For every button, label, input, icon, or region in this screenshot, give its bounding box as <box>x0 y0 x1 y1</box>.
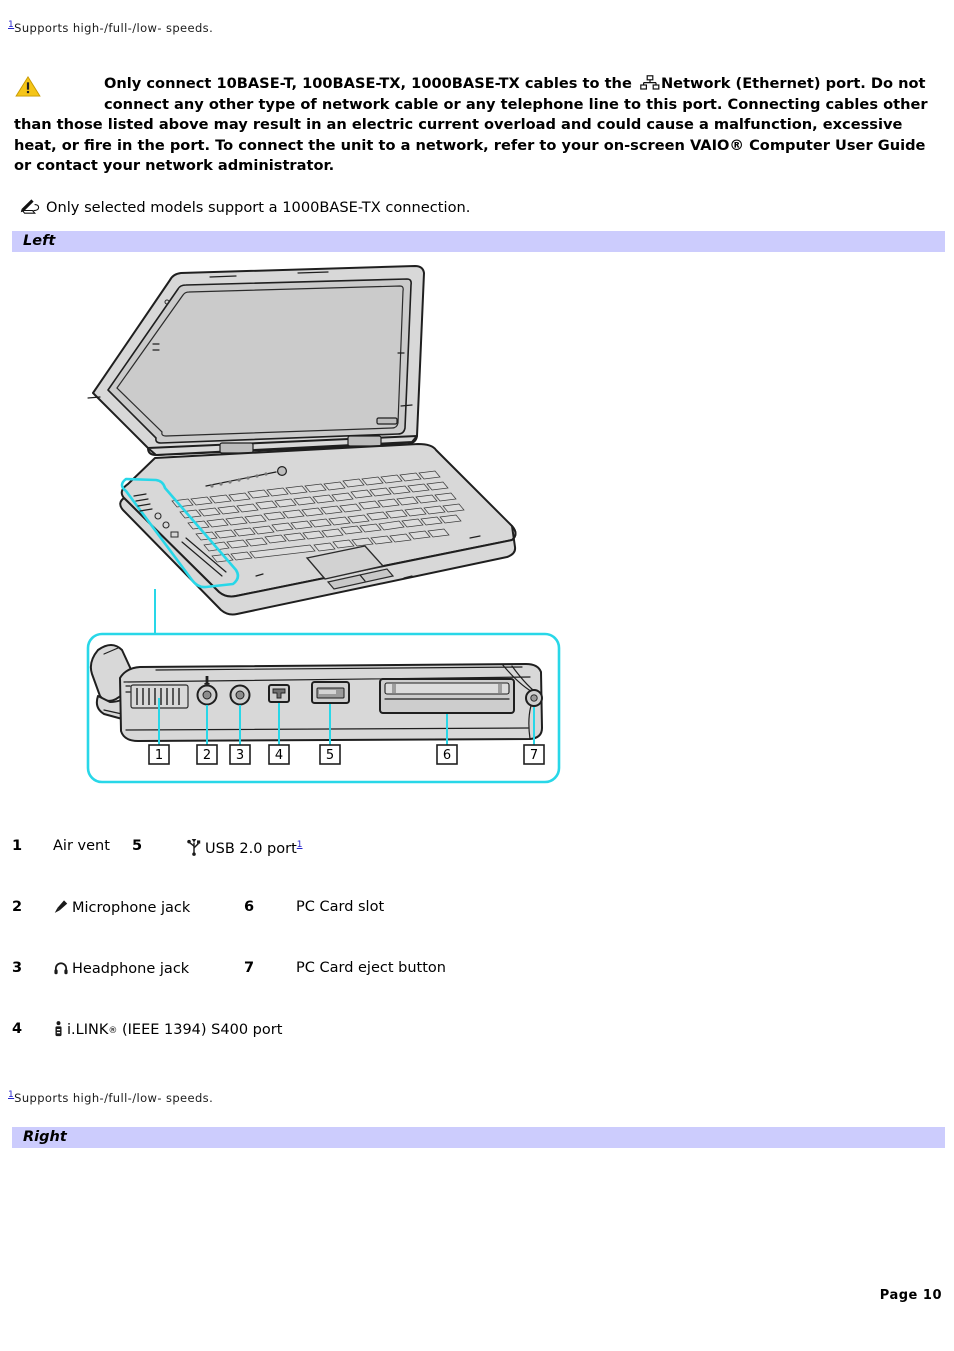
legend-label-ilink-name: i.LINK <box>67 1022 109 1038</box>
footnote-bottom-text: Supports high-/full-/low- speeds. <box>14 1090 214 1105</box>
footnote-top: 1Supports high-/full-/low- speeds. <box>8 20 213 35</box>
legend-number-6: 6 <box>244 899 255 915</box>
footnote-bottom: 1Supports high-/full-/low- speeds. <box>8 1090 213 1105</box>
legend-row: 2 Microphone jack 6 PC Card slot <box>8 899 608 960</box>
headphone-icon <box>53 960 69 980</box>
legend-number-3: 3 <box>12 960 23 976</box>
laptop-left-side-diagram: .ln { fill:none; stroke:#1f1f1f; stroke-… <box>60 258 600 803</box>
footnote-top-text: Supports high-/full-/low- speeds. <box>14 20 214 35</box>
legend-label-ilink-rest: (IEEE 1394) S400 port <box>117 1022 283 1038</box>
legend-label-air-vent: Air vent <box>53 838 110 854</box>
legend-label-pc-card-eject-button: PC Card eject button <box>296 960 446 976</box>
legend-number-5: 5 <box>132 838 143 854</box>
note-text: Only selected models support a 1000BASE-… <box>46 199 471 216</box>
section-header-right: Right <box>12 1127 945 1148</box>
legend-usb-footnote-marker[interactable]: 1 <box>297 840 303 850</box>
svg-text:4: 4 <box>275 748 283 763</box>
legend-row: 4 i.LINK® (IEEE 1394) S400 port <box>8 1021 608 1082</box>
legend-row: 1 Air vent 5 USB 2.0 port1 <box>8 838 608 899</box>
legend-row: 3 Headphone jack 7 PC Card eject button <box>8 960 608 1021</box>
warning-triangle-icon <box>14 75 42 97</box>
svg-text:7: 7 <box>530 748 538 763</box>
legend-number-2: 2 <box>12 899 23 915</box>
section-header-left-label: Left <box>23 233 56 249</box>
svg-text:1: 1 <box>155 748 163 763</box>
page-number: Page 10 <box>879 1288 942 1303</box>
legend-label-headphone-jack: Headphone jack <box>53 960 189 980</box>
legend-label-ilink-port: i.LINK® (IEEE 1394) S400 port <box>53 1021 282 1041</box>
svg-text:2: 2 <box>203 748 211 763</box>
usb-icon <box>186 838 202 860</box>
legend-label-usb-port-text: USB 2.0 port <box>205 841 297 857</box>
legend-number-7: 7 <box>244 960 255 976</box>
microphone-icon <box>53 899 69 919</box>
note-pencil-icon <box>20 198 41 215</box>
svg-text:5: 5 <box>326 748 334 763</box>
registered-mark: ® <box>108 1026 118 1036</box>
warning-block: Only connect 10BASE-T, 100BASE-TX, 1000B… <box>14 74 942 177</box>
section-header-right-label: Right <box>23 1129 67 1145</box>
ilink-icon <box>53 1021 64 1041</box>
svg-text:3: 3 <box>236 748 244 763</box>
note-block: Only selected models support a 1000BASE-… <box>20 198 470 218</box>
section-header-left: Left <box>12 231 945 252</box>
legend-label-headphone-jack-text: Headphone jack <box>72 961 190 977</box>
legend-label-usb-port: USB 2.0 port1 <box>186 838 303 860</box>
port-legend-table: 1 Air vent 5 USB 2.0 port1 2 Microphone … <box>8 838 608 1082</box>
network-ethernet-icon <box>640 75 660 90</box>
warning-text-before: Only connect 10BASE-T, 100BASE-TX, 1000B… <box>104 75 632 92</box>
legend-number-4: 4 <box>12 1021 23 1037</box>
legend-label-microphone-jack-text: Microphone jack <box>72 900 191 916</box>
legend-number-1: 1 <box>12 838 23 854</box>
svg-text:6: 6 <box>443 748 451 763</box>
legend-label-microphone-jack: Microphone jack <box>53 899 190 919</box>
legend-label-pc-card-slot: PC Card slot <box>296 899 385 915</box>
